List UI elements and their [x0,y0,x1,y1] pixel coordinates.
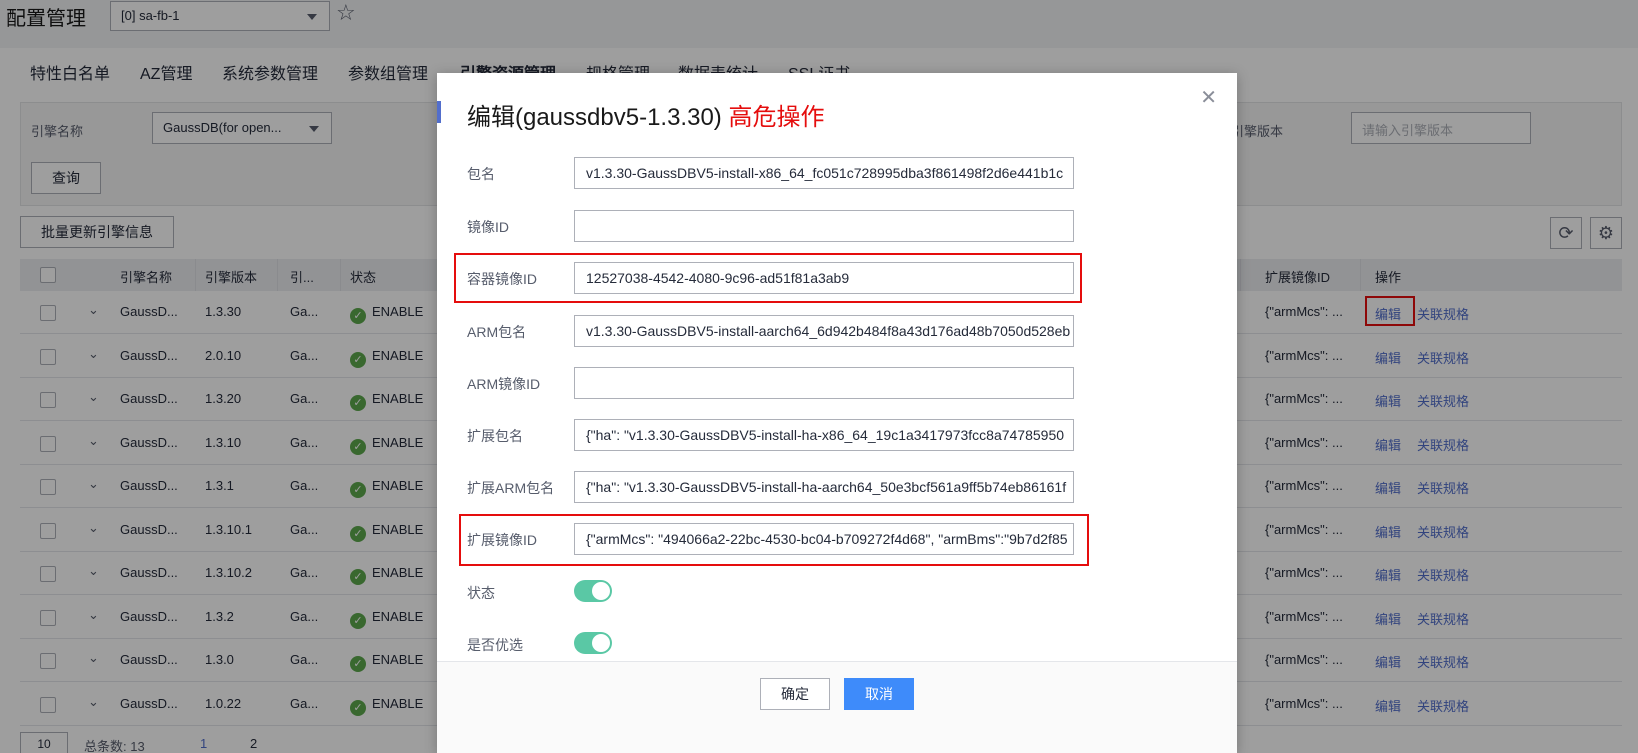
danger-warning: 高危操作 [728,104,825,131]
field-ext-package-name: 扩展包名 {"ha": "v1.3.30-GaussDBV5-install-h… [467,419,1074,451]
field-image-id: 镜像ID [467,210,1074,242]
field-package-name: 包名 v1.3.30-GaussDBV5-install-x86_64_fc05… [467,157,1074,189]
dialog-title: 编辑(gaussdbv5-1.3.30) 高危操作 [467,97,824,132]
highlight-ext-image-box [459,514,1089,566]
edit-engine-dialog: 编辑(gaussdbv5-1.3.30) 高危操作 ✕ 包名 v1.3.30-G… [437,73,1237,753]
field-label: 扩展包名 [467,428,523,444]
field-arm-package-name: ARM包名 v1.3.30-GaussDBV5-install-aarch64_… [467,315,1074,347]
image-id-input[interactable] [574,210,1074,242]
ext-arm-package-name-input[interactable]: {"ha": "v1.3.30-GaussDBV5-install-ha-aar… [574,471,1074,503]
highlight-container-image-box [454,253,1082,303]
ok-button[interactable]: 确定 [760,678,830,710]
close-icon[interactable]: ✕ [1200,85,1217,110]
field-arm-image-id: ARM镜像ID [467,367,1074,399]
dialog-footer: 确定 取消 [437,661,1237,753]
field-label: ARM包名 [467,324,527,340]
ext-package-name-input[interactable]: {"ha": "v1.3.30-GaussDBV5-install-ha-x86… [574,419,1074,451]
status-toggle[interactable] [574,580,612,602]
field-status: 状态 [467,576,1067,608]
title-accent-bar [437,101,441,123]
preferred-toggle[interactable] [574,632,612,654]
arm-image-id-input[interactable] [574,367,1074,399]
field-ext-arm-package-name: 扩展ARM包名 {"ha": "v1.3.30-GaussDBV5-instal… [467,471,1074,503]
field-label: ARM镜像ID [467,376,541,392]
field-label: 扩展ARM包名 [467,480,555,496]
dialog-title-text: 编辑(gaussdbv5-1.3.30) [467,104,722,131]
package-name-input[interactable]: v1.3.30-GaussDBV5-install-x86_64_fc051c7… [574,157,1074,189]
field-preferred: 是否优选 [467,628,1067,660]
field-label: 包名 [467,166,495,182]
toggle-knob [591,633,611,653]
arm-package-name-input[interactable]: v1.3.30-GaussDBV5-install-aarch64_6d942b… [574,315,1074,347]
field-label: 状态 [467,585,495,601]
field-label: 镜像ID [467,219,509,235]
cancel-button[interactable]: 取消 [844,678,914,710]
field-label: 是否优选 [467,637,523,653]
toggle-knob [591,581,611,601]
